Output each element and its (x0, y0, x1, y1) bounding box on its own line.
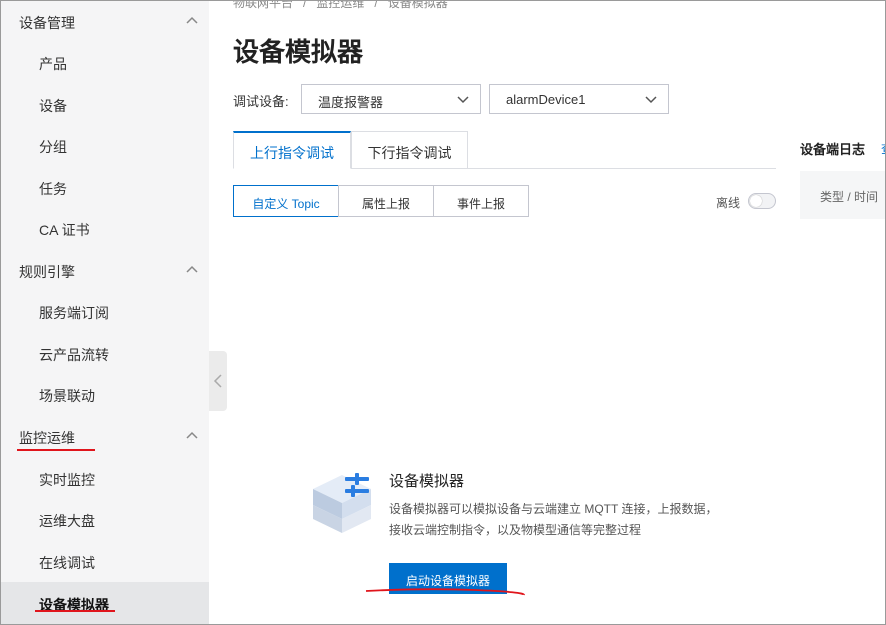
sidebar-group-device-management[interactable]: 设备管理 (1, 1, 209, 41)
sidebar-item-data-forwarding[interactable]: 云产品流转 (1, 333, 209, 373)
breadcrumb: 物联网平台 / 监控运维 / 设备模拟器 (233, 0, 448, 11)
sidebar-item-label: 场景联动 (39, 388, 95, 404)
offline-label: 离线 (716, 196, 741, 210)
sidebar-item-label: 分组 (39, 139, 67, 155)
sidebar-group-rule-engine[interactable]: 规则引擎 (1, 250, 209, 290)
sidebar: 设备管理 产品 设备 分组 任务 CA 证书 规则引擎 服务端订阅 云产品流转 … (1, 1, 209, 624)
tab-downstream-debug[interactable]: 下行指令调试 (351, 131, 468, 169)
segment-custom-topic[interactable]: 自定义 Topic (233, 185, 339, 217)
device-select[interactable]: alarmDevice1 (489, 84, 669, 114)
chevron-up-icon (186, 16, 198, 24)
empty-state-title: 设备模拟器 (389, 473, 465, 490)
sidebar-item-ops-dashboard[interactable]: 运维大盘 (1, 499, 209, 539)
sidebar-item-tasks[interactable]: 任务 (1, 167, 209, 207)
sidebar-item-scene-linkage[interactable]: 场景联动 (1, 374, 209, 414)
sidebar-collapse-handle[interactable] (209, 351, 227, 411)
breadcrumb-item[interactable]: 物联网平台 (233, 1, 293, 10)
sidebar-item-label: 任务 (39, 181, 67, 197)
sidebar-item-ca-cert[interactable]: CA 证书 (1, 208, 209, 248)
column-header-type-time: 类型 / 时间 (820, 190, 879, 204)
annotation-underline (35, 610, 115, 612)
tab-label: 上行指令调试 (250, 145, 334, 161)
sidebar-group-label: 设备管理 (19, 15, 75, 31)
segment-event-report[interactable]: 事件上报 (433, 185, 529, 217)
device-log-title: 设备端日志 (800, 142, 866, 157)
chevron-up-icon (186, 431, 198, 439)
sidebar-item-label: 实时监控 (39, 472, 95, 488)
annotation-underline (365, 588, 525, 596)
segment-label: 属性上报 (361, 197, 410, 211)
sidebar-item-label: CA 证书 (39, 222, 90, 238)
sidebar-group-label: 规则引擎 (19, 264, 75, 280)
segment-label: 自定义 Topic (252, 197, 320, 211)
sidebar-item-label: 产品 (39, 56, 67, 72)
sidebar-item-server-subscription[interactable]: 服务端订阅 (1, 291, 209, 331)
chevron-left-icon (213, 374, 222, 388)
breadcrumb-item: 设备模拟器 (387, 0, 448, 10)
toggle-knob (750, 195, 762, 207)
chevron-up-icon (186, 265, 198, 273)
sidebar-item-products[interactable]: 产品 (1, 42, 209, 82)
segment-label: 事件上报 (456, 197, 505, 211)
segment-property-report[interactable]: 属性上报 (338, 185, 434, 217)
sidebar-item-label: 在线调试 (39, 555, 95, 571)
sidebar-item-label: 设备 (39, 98, 67, 114)
annotation-underline (17, 449, 95, 451)
window-frame: 设备管理 产品 设备 分组 任务 CA 证书 规则引擎 服务端订阅 云产品流转 … (0, 0, 886, 625)
debug-device-label: 调试设备: (233, 94, 289, 109)
tab-upstream-debug[interactable]: 上行指令调试 (233, 131, 351, 169)
page-title: 设备模拟器 (233, 37, 364, 67)
breadcrumb-item[interactable]: 监控运维 (316, 1, 364, 10)
sidebar-item-label: 设备模拟器 (39, 597, 109, 613)
sidebar-item-devices[interactable]: 设备 (1, 84, 209, 124)
chevron-down-icon (645, 96, 657, 104)
sidebar-item-online-debug[interactable]: 在线调试 (1, 541, 209, 581)
offline-toggle[interactable] (748, 193, 776, 209)
product-select-value: 温度报警器 (318, 95, 384, 110)
sidebar-group-label: 监控运维 (19, 430, 75, 446)
sidebar-item-label: 服务端订阅 (39, 305, 109, 321)
sidebar-item-label: 云产品流转 (39, 347, 109, 363)
empty-state-description: 设备模拟器可以模拟设备与云端建立 MQTT 连接，上报数据，接收云端控制指令，以… (389, 502, 718, 537)
tab-label: 下行指令调试 (367, 145, 452, 161)
device-select-value: alarmDevice1 (506, 92, 586, 107)
sidebar-item-device-simulator[interactable]: 设备模拟器 (1, 582, 209, 624)
device-log-link[interactable]: 查 (881, 140, 885, 157)
sidebar-item-label: 运维大盘 (39, 513, 95, 529)
simulator-illustration-icon (313, 473, 371, 533)
sidebar-item-realtime-monitoring[interactable]: 实时监控 (1, 458, 209, 498)
chevron-down-icon (457, 96, 469, 104)
device-log-table-header: 类型 / 时间 (800, 171, 885, 219)
sidebar-item-groups[interactable]: 分组 (1, 125, 209, 165)
product-select[interactable]: 温度报警器 (301, 84, 481, 114)
